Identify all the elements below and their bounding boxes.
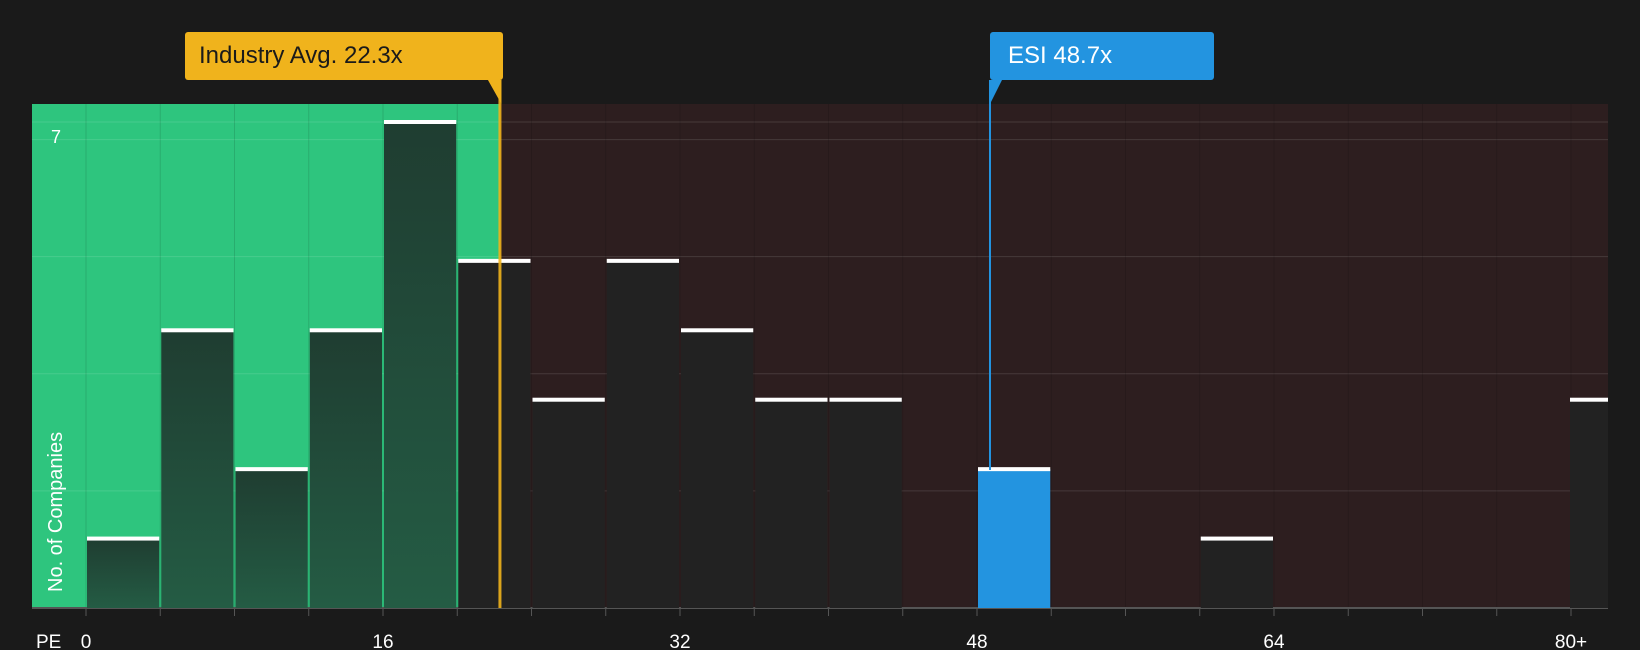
bar-top-cap — [87, 536, 160, 541]
bar-top-cap — [384, 120, 457, 124]
histogram-bar — [1570, 399, 1608, 608]
histogram-bar — [606, 260, 679, 608]
histogram-bar — [532, 399, 605, 608]
esi-value-callout: ESI 48.7x — [990, 32, 1214, 80]
bar-top-cap — [978, 467, 1051, 472]
histogram-bar — [1200, 538, 1273, 608]
x-tick-label: 0 — [81, 632, 92, 650]
bar-top-cap — [235, 467, 308, 472]
histogram-bar — [161, 330, 234, 608]
bar-top-cap — [606, 258, 679, 263]
bar-top-cap — [681, 328, 754, 333]
x-tick-label: 80+ — [1555, 632, 1587, 650]
bar-top-cap — [532, 397, 605, 402]
bar-top-cap — [1200, 536, 1273, 541]
esi-bar — [978, 469, 1051, 608]
histogram-bar — [755, 399, 828, 608]
histogram-bar — [829, 399, 902, 608]
industry-average-callout: Industry Avg. 22.3x — [185, 32, 503, 80]
x-axis-title: PE — [36, 632, 61, 650]
industry-callout-pointer — [487, 80, 502, 104]
x-tick-label: 16 — [372, 632, 393, 650]
histogram-bar — [309, 330, 382, 608]
histogram-bar — [87, 538, 160, 608]
histogram-bar — [384, 122, 457, 608]
bar-top-cap — [309, 328, 382, 333]
bar-top-cap — [1570, 397, 1608, 402]
histogram-bar — [681, 330, 754, 608]
x-tick-label: 48 — [966, 632, 987, 650]
esi-callout-pointer — [989, 80, 1002, 104]
bar-top-cap — [458, 258, 531, 263]
bar-top-cap — [161, 328, 234, 333]
histogram-bar — [458, 260, 531, 608]
y-axis-title: No. of Companies — [45, 432, 67, 592]
bar-top-cap — [829, 397, 902, 402]
x-tick-label: 32 — [669, 632, 690, 650]
bar-top-cap — [755, 397, 828, 402]
histogram-bar — [235, 469, 308, 608]
pe-histogram-chart: 7 No. of Companies PE 0 16 32 48 64 80+ — [32, 80, 1609, 650]
x-tick-label: 64 — [1263, 632, 1285, 650]
y-tick-label: 7 — [51, 127, 61, 147]
